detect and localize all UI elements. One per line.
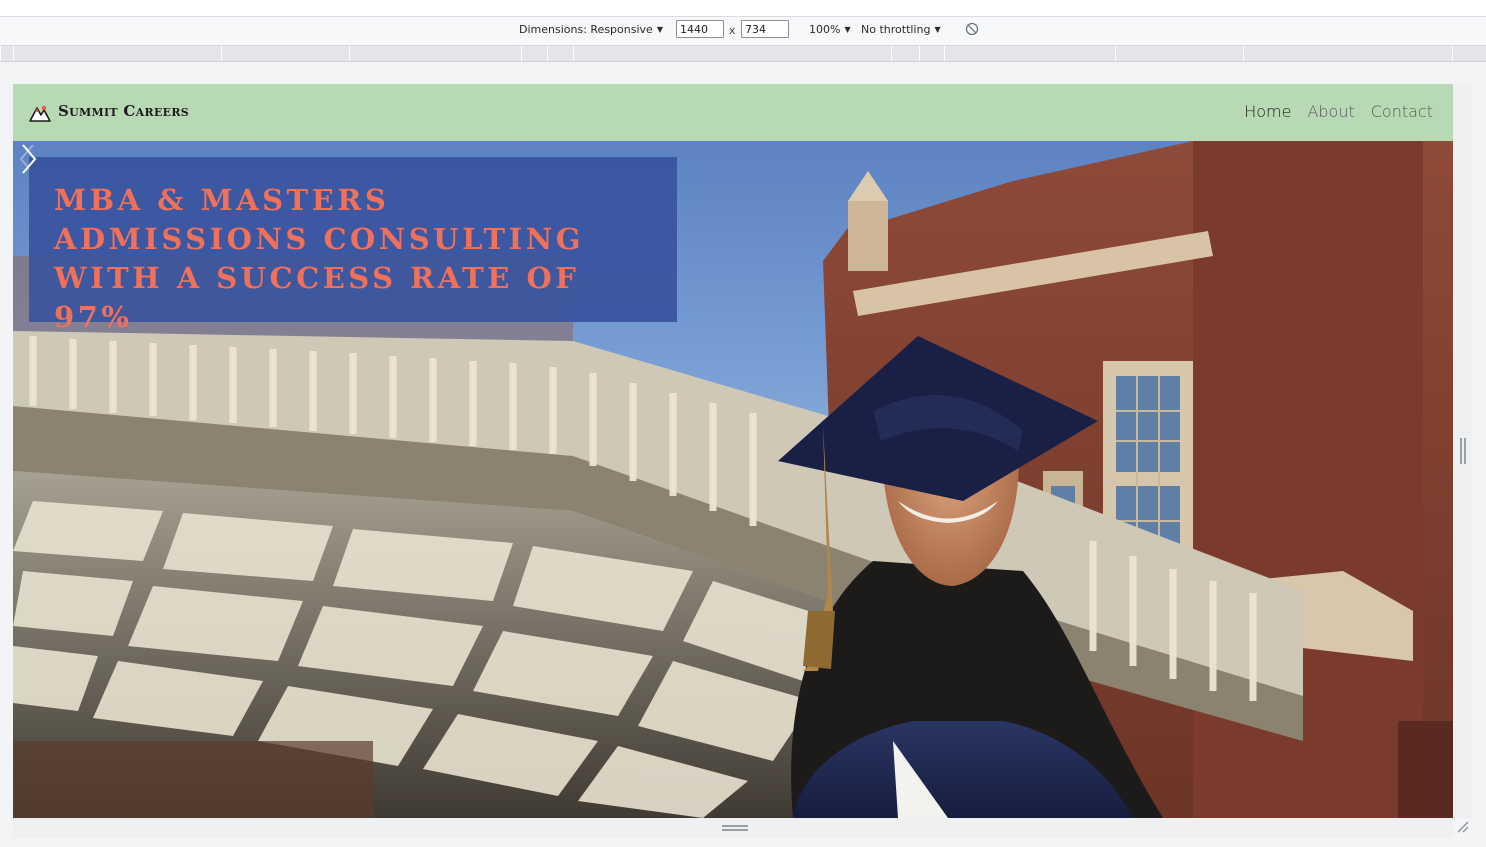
zoom-dropdown[interactable]: 100% ▼ [809, 23, 851, 36]
hero-caption-text: MBA & Masters Admissions Consulting with… [54, 183, 584, 334]
hero-caption-box: MBA & Masters Admissions Consulting with… [29, 157, 677, 334]
top-strip [0, 0, 1486, 17]
caret-down-icon: ▼ [656, 25, 663, 34]
dimensions-label: Dimensions: Responsive [519, 23, 653, 36]
chevron-right-icon[interactable] [13, 141, 43, 177]
main-nav: Home About Contact [1244, 102, 1433, 121]
page-viewport: Summit Careers Home About Contact MBA & … [13, 84, 1453, 818]
bottom-resize-handle[interactable] [722, 825, 748, 831]
nav-about-link[interactable]: About [1307, 102, 1354, 121]
brand-name: Summit Careers [58, 102, 189, 120]
caret-down-icon: ▼ [934, 25, 941, 34]
caret-down-icon: ▼ [844, 25, 851, 34]
width-input[interactable] [676, 20, 724, 38]
device-toolbar: Dimensions: Responsive▼ x 100%▼ No throt… [0, 17, 1486, 46]
throttling-label: No throttling [861, 23, 931, 36]
rotate-icon[interactable] [965, 22, 979, 36]
height-input[interactable] [741, 20, 789, 38]
throttling-dropdown[interactable]: No throttling ▼ [861, 23, 941, 36]
times-label: x [729, 24, 736, 37]
dimensions-dropdown[interactable]: Dimensions: Responsive ▼ [519, 23, 663, 36]
brand[interactable]: Summit Careers [29, 102, 189, 124]
mountain-logo-icon [29, 105, 51, 122]
hero-carousel: MBA & Masters Admissions Consulting with… [13, 141, 1453, 818]
zoom-label: 100% [809, 23, 841, 36]
nav-contact-link[interactable]: Contact [1371, 102, 1433, 121]
resize-grip-icon[interactable] [1456, 820, 1470, 834]
site-navbar: Summit Careers Home About Contact [13, 84, 1453, 141]
media-query-ruler[interactable] [0, 46, 1486, 62]
nav-home-link[interactable]: Home [1244, 102, 1291, 121]
right-resize-handle[interactable] [1460, 438, 1466, 464]
